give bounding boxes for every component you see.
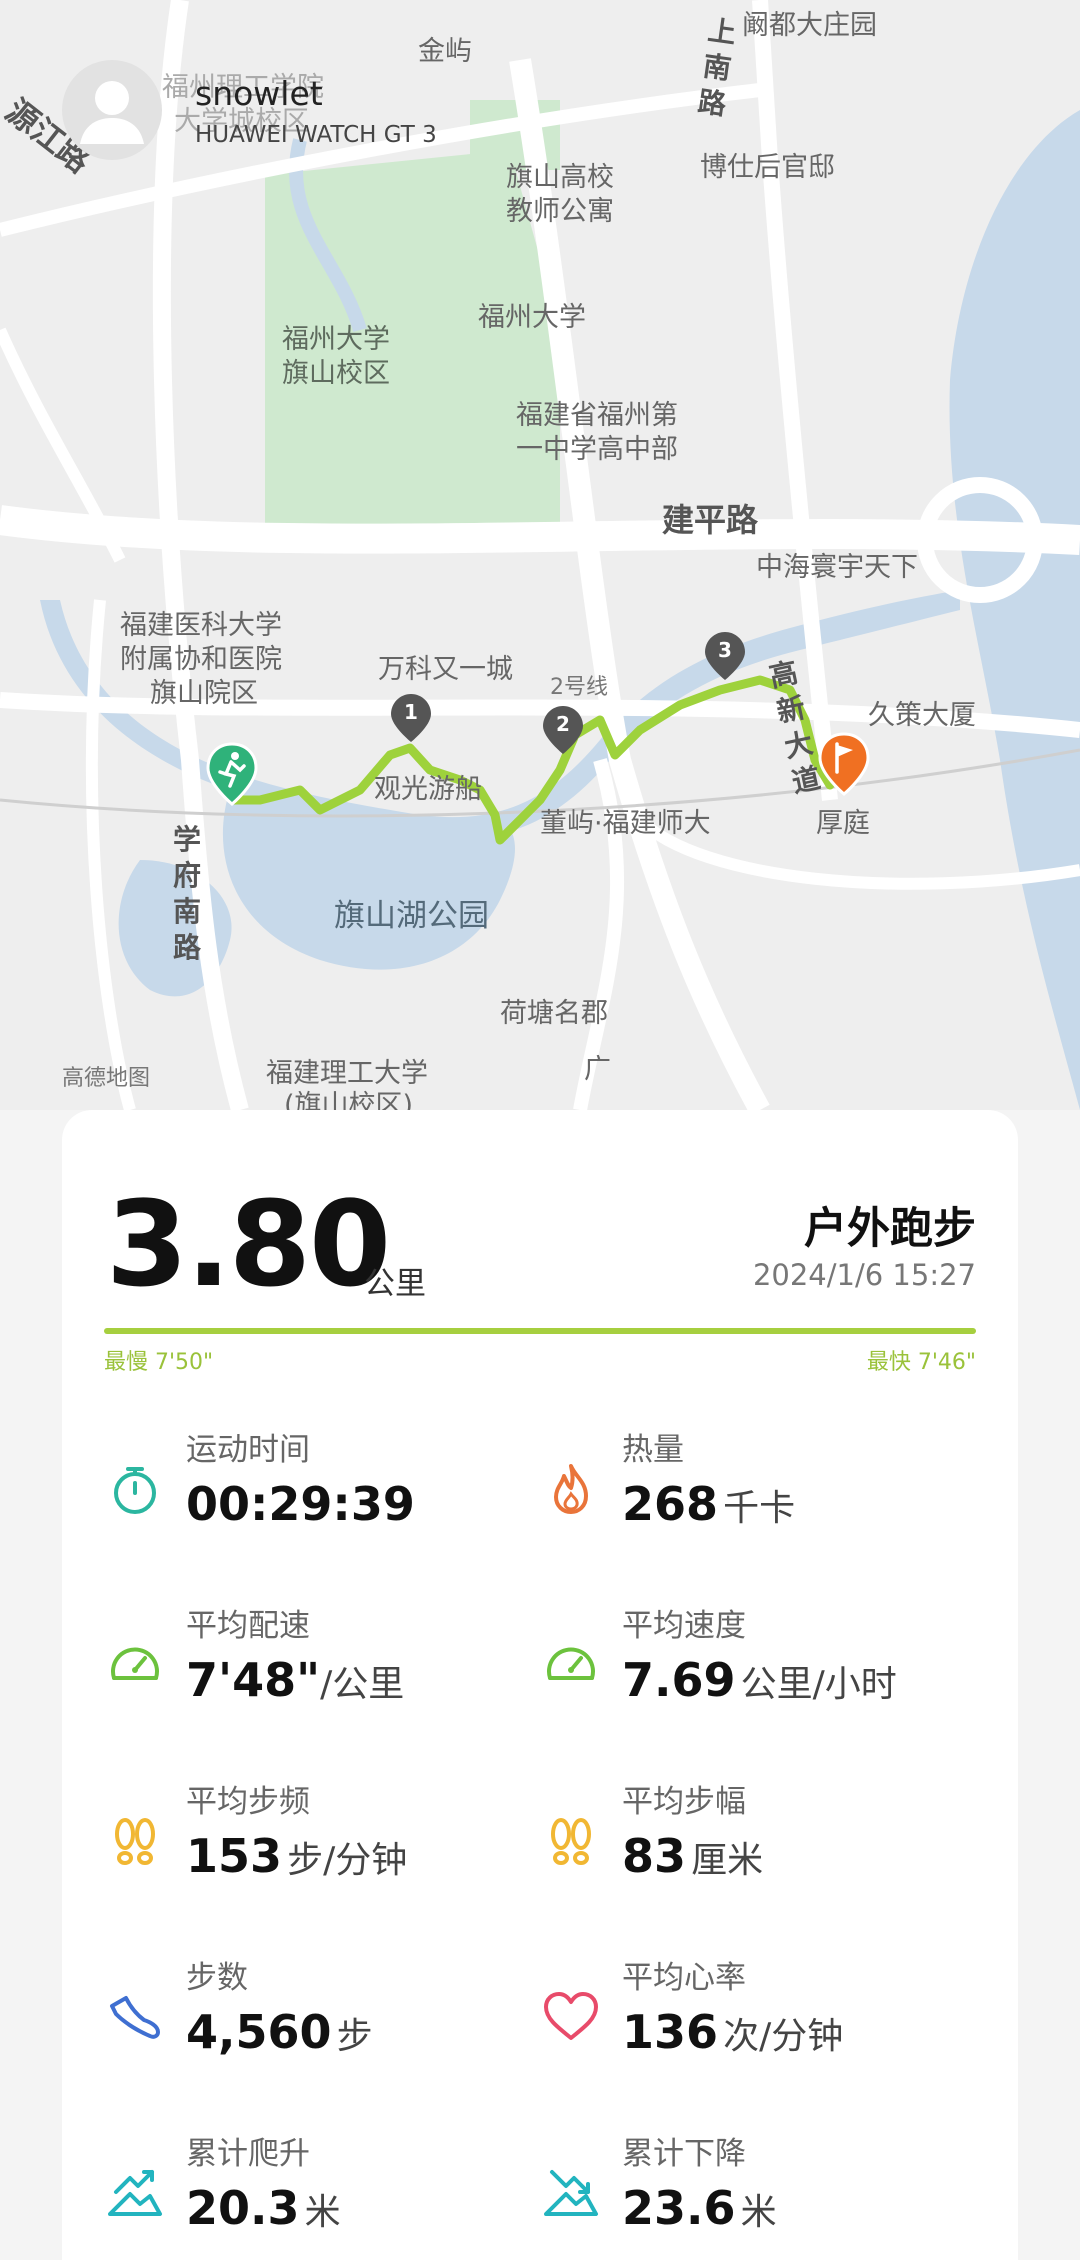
map-label: 福州大学: [282, 324, 390, 355]
stat-label: 步数: [186, 1960, 248, 1996]
stat-value: 00:29:39: [186, 1477, 415, 1531]
footprints-icon: [551, 1818, 591, 1865]
map-source-label: 高德地图: [62, 1066, 151, 1091]
avatar[interactable]: [62, 60, 162, 160]
map-label: 万科又一城: [378, 654, 513, 685]
stat-unit: 步/分钟: [287, 1840, 408, 1881]
finish-flag-icon: [818, 732, 870, 796]
device-name: HUAWEI WATCH GT 3: [195, 122, 437, 148]
stat-avg-stride[interactable]: 平均步幅 83 厘米: [542, 1782, 962, 1902]
stat-unit: 米: [304, 2192, 341, 2233]
stat-calories[interactable]: 热量 268 千卡: [542, 1430, 962, 1550]
map-label: 旗山湖公园: [334, 898, 489, 934]
stat-label: 平均步频: [186, 1784, 310, 1820]
start-runner-icon: [206, 742, 258, 806]
map-label: 一中学高中部: [516, 434, 678, 465]
map-label: 旗山院区: [150, 678, 258, 709]
stat-unit: 步: [336, 2016, 373, 2057]
shoe-icon: [110, 1996, 160, 2039]
map-label: 阚都大庄园: [742, 10, 877, 41]
stat-value: 20.3: [186, 2181, 300, 2235]
stat-value: 7'48": [186, 1653, 321, 1707]
stat-unit: 米: [740, 2192, 777, 2233]
distance-value: 3.80: [106, 1175, 391, 1313]
stat-value: 153: [186, 1829, 283, 1883]
stat-avg-pace[interactable]: 平均配速 7'48"/公里: [106, 1606, 526, 1726]
map-label: 荷塘名郡: [500, 998, 608, 1029]
speedometer-icon: [111, 1647, 159, 1680]
stat-total-ascent[interactable]: 累计爬升 20.3 米: [106, 2134, 526, 2254]
pace-range-bar: [104, 1328, 976, 1334]
climb-down-icon: [544, 2170, 598, 2216]
stat-total-descent[interactable]: 累计下降 23.6 米: [542, 2134, 962, 2254]
stat-unit: /公里: [320, 1664, 405, 1705]
stat-label: 平均心率: [622, 1960, 746, 1996]
stopwatch-icon: [114, 1467, 156, 1514]
map-label: 福州大学: [478, 302, 586, 333]
stat-avg-speed[interactable]: 平均速度 7.69 公里/小时: [542, 1606, 962, 1726]
map-label: 旗山高校: [506, 162, 614, 193]
map-label: 中海寰宇天下: [756, 552, 918, 583]
footprints-icon: [115, 1818, 155, 1865]
stat-label: 累计下降: [622, 2136, 746, 2172]
map-label: (旗山校区): [284, 1090, 414, 1110]
route-map[interactable]: 阚都大庄园 金屿 源江路 福州理工学院 大学城校区 上南路 博仕后官邸 旗山高校…: [0, 0, 1080, 1110]
map-label: 福建理工大学: [266, 1058, 428, 1089]
km-marker-number: 3: [718, 638, 732, 662]
user-avatar-icon: [80, 81, 144, 144]
map-label: 广: [584, 1054, 611, 1085]
distance-unit: 公里: [364, 1266, 426, 1302]
slowest-pace: 最慢 7'50": [104, 1350, 214, 1375]
workout-datetime: 2024/1/6 15:27: [752, 1258, 976, 1292]
map-label: 教师公寓: [506, 196, 614, 227]
km-marker[interactable]: 2: [541, 704, 585, 756]
stat-label: 热量: [622, 1432, 684, 1468]
stat-value: 7.69: [622, 1653, 736, 1707]
user-name: snowlet: [195, 74, 323, 113]
stat-avg-cadence[interactable]: 平均步频 153 步/分钟: [106, 1782, 526, 1902]
stat-unit: 公里/小时: [740, 1664, 897, 1705]
stat-unit: 次/分钟: [723, 2016, 844, 2057]
map-label: 金屿: [418, 36, 472, 67]
stat-label: 平均速度: [622, 1608, 746, 1644]
km-marker[interactable]: 1: [389, 692, 433, 744]
stat-value: 268: [622, 1477, 719, 1531]
stat-value: 4,560: [186, 2005, 332, 2059]
climb-up-icon: [108, 2170, 162, 2216]
stat-value: 136: [622, 2005, 719, 2059]
sport-type: 户外跑步: [804, 1204, 976, 1254]
km-marker[interactable]: 3: [703, 630, 747, 682]
map-label: 旗山校区: [282, 358, 390, 389]
map-label: 建平路: [662, 501, 759, 539]
map-label: 附属协和医院: [120, 644, 282, 675]
stat-avg-heart-rate[interactable]: 平均心率 136 次/分钟: [542, 1958, 962, 2078]
stat-value: 83: [622, 1829, 687, 1883]
map-label: 福建省福州第: [516, 400, 678, 431]
map-label: 学府南路: [172, 823, 201, 964]
stat-label: 平均配速: [186, 1608, 310, 1644]
map-label: 福建医科大学: [120, 610, 282, 641]
stat-label: 运动时间: [186, 1432, 310, 1468]
stat-value: 23.6: [622, 2181, 736, 2235]
stat-label: 平均步幅: [622, 1784, 746, 1820]
stat-unit: 厘米: [691, 1840, 764, 1881]
map-label: 观光游船: [374, 774, 482, 805]
map-label: 2号线: [550, 675, 608, 700]
stat-unit: 千卡: [723, 1488, 796, 1529]
speedometer-icon: [547, 1647, 595, 1680]
stat-label: 累计爬升: [186, 2136, 310, 2172]
flame-icon: [554, 1464, 588, 1514]
heart-icon: [544, 1992, 598, 2040]
km-marker-number: 1: [404, 700, 418, 724]
km-marker-number: 2: [556, 712, 570, 736]
map-label: 董屿·福建师大: [540, 808, 711, 839]
stat-duration[interactable]: 运动时间 00:29:39: [106, 1430, 526, 1550]
map-label: 博仕后官邸: [700, 152, 835, 183]
map-label: 厚庭: [816, 808, 870, 839]
map-label: 久策大厦: [868, 700, 976, 731]
fastest-pace: 最快 7'46": [866, 1350, 976, 1375]
workout-summary-card: 3.80 公里 户外跑步 2024/1/6 15:27 最慢 7'50" 最快 …: [62, 1110, 1018, 2260]
stat-steps[interactable]: 步数 4,560 步: [106, 1958, 526, 2078]
